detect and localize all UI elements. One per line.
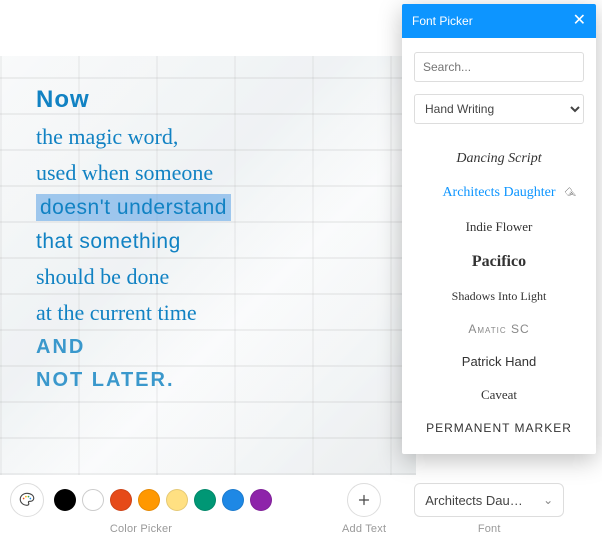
font-option[interactable]: Amatic SC — [414, 313, 584, 345]
text-line[interactable]: should be done — [36, 262, 231, 292]
color-swatch[interactable] — [54, 489, 76, 511]
text-line[interactable]: the magic word, — [36, 122, 231, 152]
popover-title: Font Picker — [412, 14, 473, 28]
bottom-toolbar: Color Picker Add Text Architects Dau… ⌄ … — [0, 475, 602, 540]
font-option[interactable]: Caveat — [414, 378, 584, 412]
font-option[interactable]: Permanent Marker — [414, 412, 584, 444]
color-picker-label: Color Picker — [110, 523, 172, 535]
font-search-input[interactable] — [414, 52, 584, 82]
font-option[interactable]: Pacifico — [414, 244, 584, 280]
text-line[interactable]: that something — [36, 228, 231, 256]
color-swatch[interactable] — [166, 489, 188, 511]
plus-icon — [355, 491, 373, 509]
font-option[interactable]: Dancing Script — [414, 142, 584, 176]
add-text-group: Add Text — [342, 483, 386, 535]
font-label: Font — [478, 523, 501, 535]
font-select-button[interactable]: Architects Dau… ⌄ — [414, 483, 564, 517]
chevron-down-icon: ⌄ — [543, 493, 553, 507]
add-text-button[interactable] — [347, 483, 381, 517]
font-group: Architects Dau… ⌄ Font — [414, 483, 564, 535]
add-text-label: Add Text — [342, 523, 386, 535]
color-swatch[interactable] — [138, 489, 160, 511]
font-category-select[interactable]: Hand Writing — [414, 94, 584, 124]
font-option[interactable]: Patrick Hand — [414, 345, 584, 378]
color-picker-group: Color Picker — [10, 483, 272, 535]
text-line[interactable]: NOT LATER. — [36, 367, 231, 394]
editor-canvas[interactable]: Now the magic word, used when someone doesn… — [0, 56, 416, 475]
text-line[interactable]: used when someone — [36, 158, 231, 188]
color-swatch[interactable] — [110, 489, 132, 511]
color-swatch-row — [54, 489, 272, 511]
color-swatch[interactable] — [194, 489, 216, 511]
popover-header: Font Picker ✕ — [402, 4, 596, 38]
close-icon[interactable]: ✕ — [573, 13, 586, 29]
palette-icon — [18, 491, 36, 509]
text-layer-stack[interactable]: Now the magic word, used when someone doesn… — [36, 84, 231, 400]
cursor-hand-icon: ☟ — [563, 185, 580, 204]
font-option[interactable]: Shadows Into Light — [414, 280, 584, 313]
color-swatch[interactable] — [82, 489, 104, 511]
color-swatch[interactable] — [222, 489, 244, 511]
text-line[interactable]: at the current time — [36, 298, 231, 328]
font-list: Dancing ScriptArchitects Daughter☟Indie … — [414, 142, 584, 444]
font-picker-popover: Font Picker ✕ Hand Writing Dancing Scrip… — [402, 4, 596, 454]
font-option[interactable]: Architects Daughter☟ — [414, 176, 584, 210]
font-option[interactable]: Indie Flower — [414, 210, 584, 244]
color-swatch[interactable] — [250, 489, 272, 511]
text-line[interactable]: Now — [36, 84, 231, 116]
text-line[interactable]: AND — [36, 334, 231, 361]
font-select-value: Architects Dau… — [425, 493, 523, 508]
color-picker-button[interactable] — [10, 483, 44, 517]
text-line[interactable]: doesn't understand — [36, 194, 231, 222]
